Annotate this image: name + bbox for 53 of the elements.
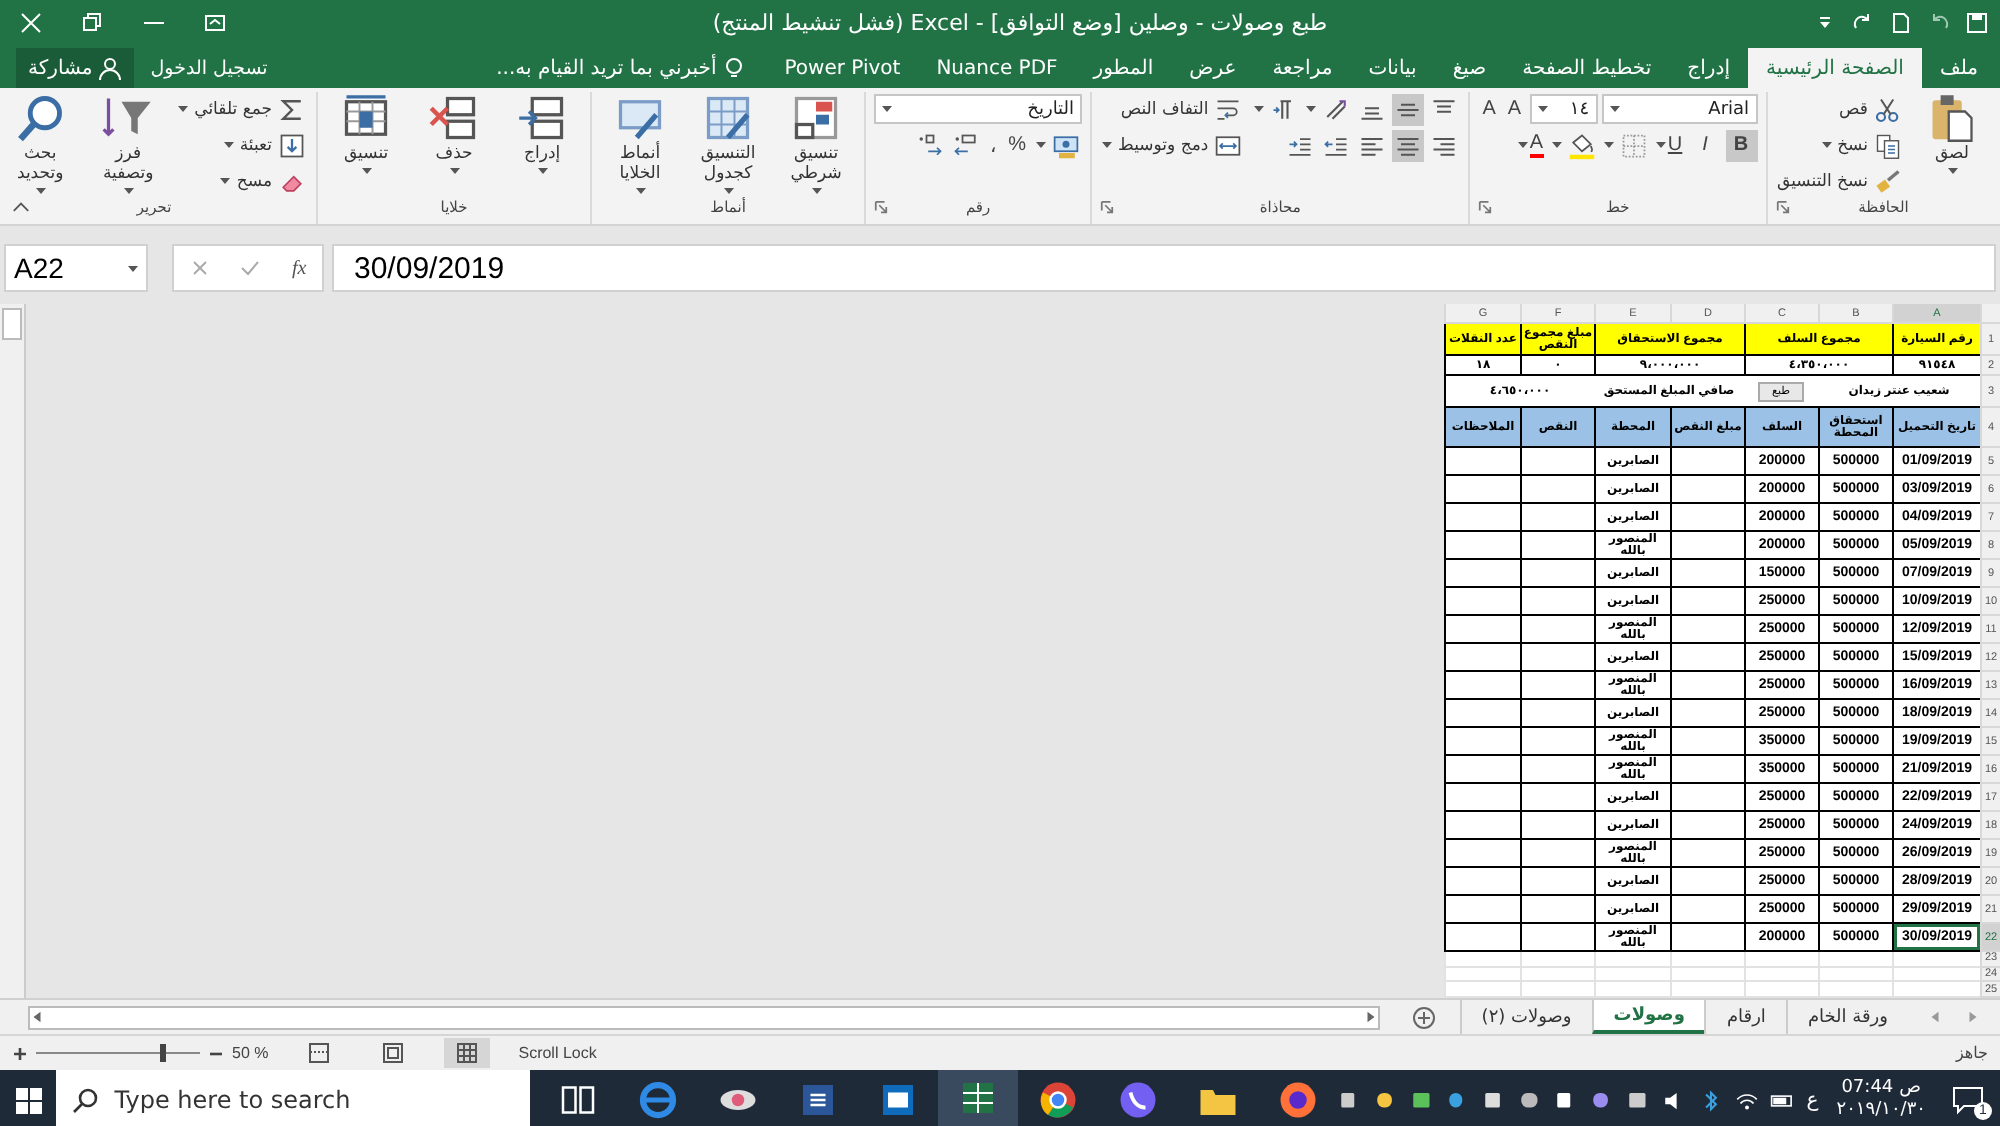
ribbon-tab[interactable]: عرض <box>1171 48 1255 88</box>
ribbon-button[interactable]: تنسيق شرطي <box>776 92 857 194</box>
ribbon-button[interactable]: التفاف النص <box>1118 93 1245 125</box>
share-button[interactable]: مشاركة <box>16 48 135 88</box>
ribbon-button[interactable]: قص <box>1837 93 1904 125</box>
ribbon-button[interactable]: نسخ <box>1819 129 1904 161</box>
ribbon-tab[interactable]: صيغ <box>1434 48 1505 88</box>
ribbon-button[interactable]: مسح <box>218 165 309 197</box>
ribbon-tab[interactable]: ملف <box>1921 48 1996 88</box>
ribbon-tab[interactable]: بيانات <box>1350 48 1435 88</box>
ribbon-button[interactable]: A <box>1503 93 1526 125</box>
ribbon-tab[interactable]: مراجعة <box>1254 48 1351 88</box>
ribbon-tab[interactable]: Power Pivot <box>766 48 919 88</box>
ribbon-button[interactable]: جمع تلقائي <box>176 93 309 125</box>
ribbon-tab[interactable]: الصفحة الرئيسية <box>1747 48 1922 88</box>
ribbon-button[interactable]: دمج وتوسيط <box>1100 129 1245 161</box>
ribbon-tab[interactable]: إدراج <box>1669 48 1748 88</box>
ribbon-button[interactable]: أنماط الخلايا <box>600 92 681 194</box>
font-size-field[interactable]: ١٤ <box>1529 94 1598 124</box>
sign-in-link[interactable]: تسجيل الدخول <box>134 48 284 88</box>
status-text: جاهز <box>1955 1044 1988 1062</box>
ribbon-tab[interactable]: المطور <box>1075 48 1172 88</box>
ribbon-button[interactable]: نسخ التنسيق <box>1775 165 1904 197</box>
ribbon-button[interactable]: بحث وتحديد <box>0 92 81 194</box>
ribbon-button[interactable]: فرز وتصفية <box>88 92 169 194</box>
ribbon-button[interactable]: ، <box>986 129 1001 161</box>
search-box[interactable]: Type here to search <box>56 1070 531 1126</box>
scroll-lock-indicator: Scroll Lock <box>518 1044 597 1062</box>
number-format-field[interactable]: التاريخ <box>874 94 1083 124</box>
ribbon-button[interactable]: تعبئة <box>221 129 309 161</box>
font-color-button[interactable]: A <box>1515 129 1546 161</box>
zoom-level[interactable]: 50 % <box>232 1044 269 1062</box>
font-field[interactable]: Arial <box>1601 94 1758 124</box>
tell-me-field[interactable]: أخبرني بما تريد القيام به... <box>496 48 747 88</box>
format-toggle[interactable]: U <box>1653 129 1686 161</box>
ribbon-button[interactable]: A <box>1478 93 1500 125</box>
ribbon-button[interactable]: إدراج <box>502 92 583 174</box>
ribbon-button[interactable]: % <box>1004 129 1031 161</box>
ribbon-tab[interactable]: Nuance PDF <box>918 48 1076 88</box>
insert-function-button[interactable]: fx <box>291 257 307 279</box>
ribbon-button[interactable]: لصق <box>1912 92 1992 174</box>
format-toggle[interactable]: I <box>1689 129 1722 161</box>
ribbon-tab[interactable]: تخطيط الصفحة <box>1504 48 1670 88</box>
ribbon-button[interactable]: تنسيق <box>326 92 407 174</box>
sheet-tab[interactable]: وصولات <box>1591 1000 1705 1034</box>
name-box[interactable]: A22 <box>4 244 148 292</box>
language-indicator[interactable]: ع <box>1806 1089 1819 1111</box>
ribbon-button[interactable]: التنسيق كجدول <box>688 92 769 194</box>
formula-field[interactable]: 30/09/2019 <box>332 244 1996 292</box>
ribbon-button[interactable]: حذف <box>414 92 495 174</box>
format-toggle[interactable]: B <box>1725 129 1758 161</box>
window-title: طبع وصولات - وصلين [وضع التوافق] - Excel (فشل تنشيط المنتج) <box>710 10 1330 36</box>
search-field[interactable]: Type here to search <box>114 1086 515 1114</box>
